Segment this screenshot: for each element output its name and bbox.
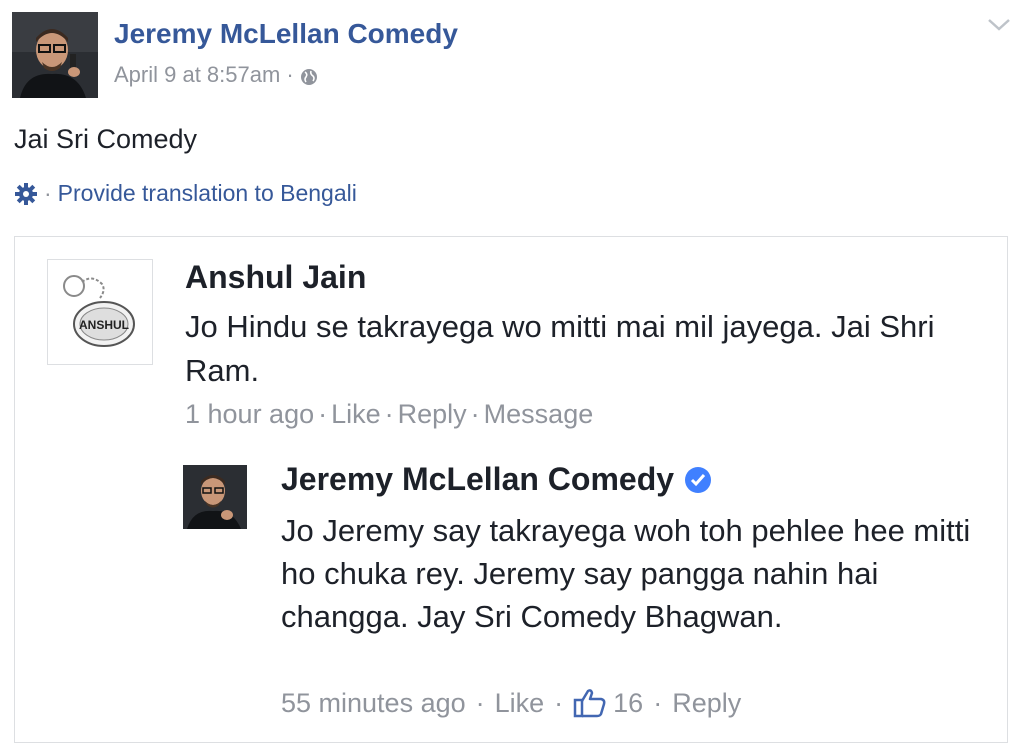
globe-icon[interactable] bbox=[300, 66, 318, 85]
translate-separator: · bbox=[44, 180, 52, 206]
comment-text: Jo Hindu se takrayega wo mitti mai mil j… bbox=[185, 309, 935, 388]
comment-message-button[interactable]: Message bbox=[484, 399, 594, 429]
reply-time[interactable]: 55 minutes ago bbox=[281, 688, 466, 719]
meta-separator: · bbox=[286, 62, 294, 87]
page-avatar[interactable] bbox=[12, 12, 98, 98]
comment-reply-button[interactable]: Reply bbox=[398, 399, 467, 429]
gear-icon bbox=[14, 182, 38, 206]
comment-like-button[interactable]: Like bbox=[331, 399, 381, 429]
reply-author[interactable]: Jeremy McLellan Comedy bbox=[281, 461, 674, 498]
post-meta: April 9 at 8:57am · bbox=[114, 62, 318, 88]
reply-like-button[interactable]: Like bbox=[495, 688, 545, 719]
comment-time[interactable]: 1 hour ago bbox=[185, 399, 314, 429]
verified-badge-icon bbox=[684, 466, 712, 494]
reply-header: Jeremy McLellan Comedy bbox=[281, 461, 712, 498]
reply-avatar[interactable] bbox=[183, 465, 247, 529]
post-timestamp[interactable]: April 9 at 8:57am bbox=[114, 62, 280, 88]
post-header: Jeremy McLellan Comedy April 9 at 8:57am… bbox=[12, 12, 1012, 98]
page-name-link[interactable]: Jeremy McLellan Comedy bbox=[114, 18, 458, 50]
shared-comment-screenshot: ANSHUL Anshul Jain Jo Hindu se takrayega… bbox=[14, 236, 1008, 743]
translate-row: · Provide translation to Bengali bbox=[14, 180, 357, 207]
comment-author[interactable]: Anshul Jain bbox=[185, 259, 366, 296]
translate-link[interactable]: Provide translation to Bengali bbox=[58, 180, 357, 207]
comment-meta: 1 hour ago · Like · Reply · Message bbox=[185, 399, 594, 429]
reply-like-count: 16 bbox=[613, 687, 644, 718]
avatar-text: ANSHUL bbox=[79, 318, 129, 332]
reply-reply-button[interactable]: Reply bbox=[672, 688, 741, 719]
reply-meta: 55 minutes ago · Like · 16 · Reply bbox=[281, 687, 742, 719]
reply-text: Jo Jeremy say takrayega woh toh pehlee h… bbox=[281, 513, 971, 634]
chevron-down-icon[interactable] bbox=[986, 16, 1012, 34]
post-text: Jai Sri Comedy bbox=[14, 124, 198, 154]
commenter-avatar[interactable]: ANSHUL bbox=[47, 259, 153, 365]
thumbs-up-icon[interactable] bbox=[573, 687, 607, 719]
